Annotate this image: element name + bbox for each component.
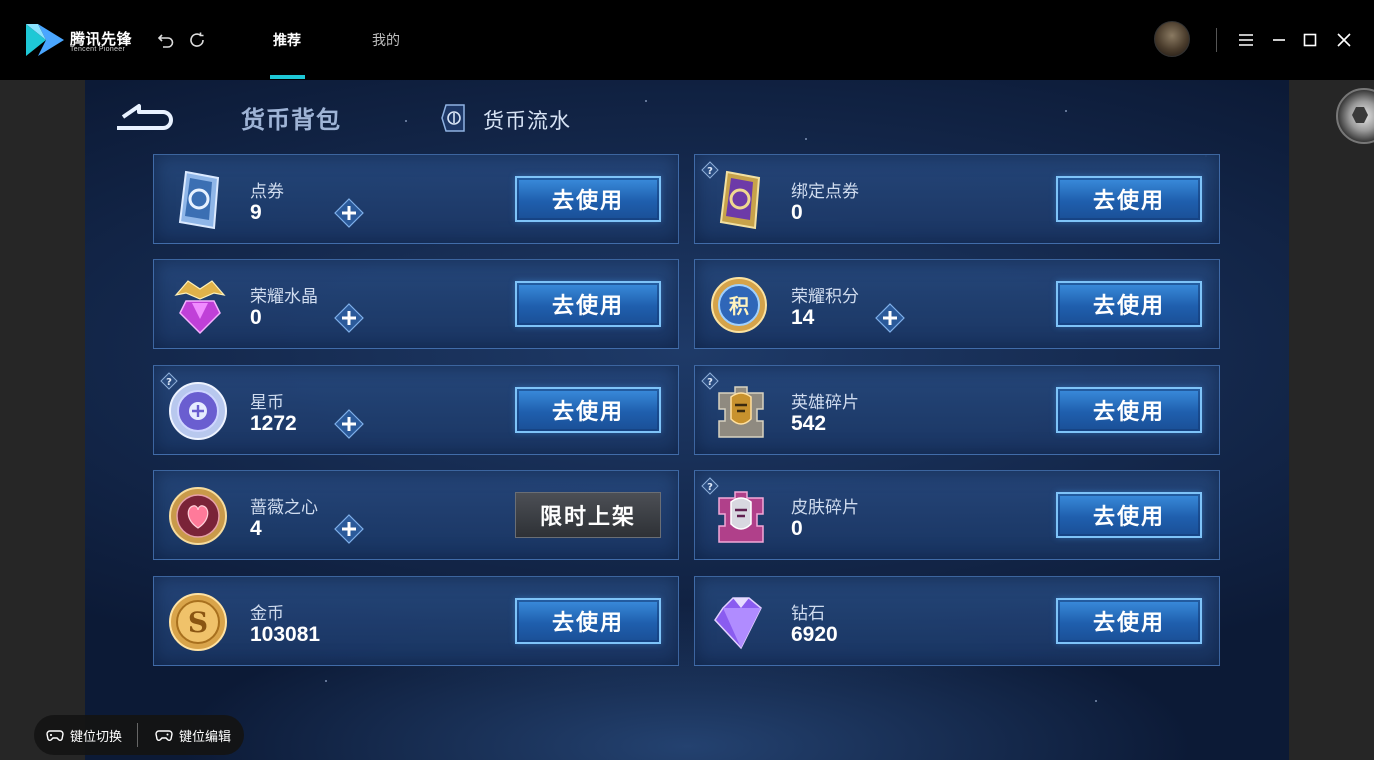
titlebar-divider bbox=[1216, 28, 1217, 52]
currency-value: 4 bbox=[250, 517, 262, 540]
glory-points-icon: 积 bbox=[711, 277, 767, 333]
currency-value: 14 bbox=[791, 306, 815, 329]
plus-icon[interactable] bbox=[875, 303, 905, 333]
active-tab-indicator bbox=[270, 75, 305, 79]
currency-name: 荣耀水晶 bbox=[250, 287, 318, 306]
currency-card-star-coin: ? 星币 1272 去使用 bbox=[153, 365, 679, 455]
currency-name: 皮肤碎片 bbox=[791, 498, 859, 517]
logo-subtitle: Tencent Pioneer bbox=[70, 46, 126, 53]
currency-value: 0 bbox=[791, 201, 803, 224]
ledger-icon[interactable] bbox=[437, 102, 469, 134]
keymap-switch-button[interactable]: 键位切换 bbox=[46, 726, 122, 744]
currency-card-skin-shard: ? 皮肤碎片 0 去使用 bbox=[694, 470, 1220, 560]
plus-icon[interactable] bbox=[334, 198, 364, 228]
currency-name: 荣耀积分 bbox=[791, 287, 859, 306]
menu-icon[interactable] bbox=[1235, 29, 1257, 51]
hero-shard-icon bbox=[718, 386, 764, 438]
page-title: 货币背包 bbox=[241, 107, 341, 134]
tab-recommend[interactable]: 推荐 bbox=[273, 30, 301, 50]
keymap-edit-button[interactable]: 键位编辑 bbox=[155, 726, 231, 744]
currency-name: 绑定点券 bbox=[791, 182, 859, 201]
currency-name: 星币 bbox=[250, 393, 284, 412]
title-bar: 腾讯先锋 Tencent Pioneer 推荐 我的 bbox=[0, 0, 1374, 80]
right-gutter bbox=[1289, 80, 1374, 760]
svg-text:积: 积 bbox=[729, 294, 749, 318]
gamepad-edit-icon bbox=[155, 730, 173, 741]
currency-card-voucher: 点券 9 去使用 bbox=[153, 154, 679, 244]
currency-card-glory-crystal: 荣耀水晶 0 去使用 bbox=[153, 259, 679, 349]
currency-card-glory-points: 积 荣耀积分 14 去使用 bbox=[694, 259, 1220, 349]
use-button[interactable]: 去使用 bbox=[515, 281, 661, 327]
left-gutter bbox=[0, 80, 85, 760]
limited-time-badge: 限时上架 bbox=[515, 492, 661, 538]
plus-icon[interactable] bbox=[334, 514, 364, 544]
keymap-edit-label: 键位编辑 bbox=[179, 728, 232, 744]
currency-card-diamond: 钻石 6920 去使用 bbox=[694, 576, 1220, 666]
use-button[interactable]: 去使用 bbox=[515, 598, 661, 644]
currency-value: 9 bbox=[250, 201, 262, 224]
game-screen: 货币背包 货币流水 点券 9 去使用 ? 绑定点券 0 去使用 荣耀水晶 0 去… bbox=[85, 80, 1289, 760]
currency-card-bound-voucher: ? 绑定点券 0 去使用 bbox=[694, 154, 1220, 244]
keymap-switch-label: 键位切换 bbox=[70, 728, 123, 744]
use-button[interactable]: 去使用 bbox=[1056, 598, 1202, 644]
currency-name: 钻石 bbox=[791, 604, 825, 623]
currency-value: 6920 bbox=[791, 623, 838, 646]
currency-value: 1272 bbox=[250, 412, 297, 435]
keymap-toolbar: 键位切换 键位编辑 bbox=[34, 715, 244, 755]
keymap-separator bbox=[137, 723, 138, 747]
currency-card-hero-shard: ? 英雄碎片 542 去使用 bbox=[694, 365, 1220, 455]
currency-name: 英雄碎片 bbox=[791, 393, 859, 412]
rose-heart-icon bbox=[169, 487, 227, 545]
use-button[interactable]: 去使用 bbox=[515, 176, 661, 222]
currency-name: 点券 bbox=[250, 182, 284, 201]
glory-crystal-icon bbox=[174, 280, 226, 335]
tab-mine[interactable]: 我的 bbox=[372, 30, 400, 50]
gamepad-switch-icon bbox=[46, 730, 64, 741]
gold-coin-icon: S bbox=[169, 593, 227, 651]
currency-value: 542 bbox=[791, 412, 827, 435]
currency-value: 0 bbox=[250, 306, 262, 329]
currency-name: 蔷薇之心 bbox=[250, 498, 318, 517]
currency-card-gold-coin: S 金币 103081 去使用 bbox=[153, 576, 679, 666]
diamond-icon bbox=[714, 597, 762, 650]
currency-card-rose-heart: 蔷薇之心 4 限时上架 bbox=[153, 470, 679, 560]
currency-value: 0 bbox=[791, 517, 803, 540]
back-arrow-icon[interactable] bbox=[113, 102, 177, 132]
use-button[interactable]: 去使用 bbox=[515, 387, 661, 433]
use-button[interactable]: 去使用 bbox=[1056, 281, 1202, 327]
avatar[interactable] bbox=[1154, 21, 1190, 57]
minimize-icon[interactable] bbox=[1268, 29, 1290, 51]
currency-name: 金币 bbox=[250, 604, 284, 623]
back-icon[interactable] bbox=[155, 29, 177, 51]
skin-shard-icon bbox=[718, 491, 764, 543]
plus-icon[interactable] bbox=[334, 409, 364, 439]
plus-icon[interactable] bbox=[334, 303, 364, 333]
voucher-card-icon bbox=[178, 170, 220, 230]
use-button[interactable]: 去使用 bbox=[1056, 387, 1202, 433]
svg-text:S: S bbox=[188, 606, 208, 639]
tencent-pioneer-logo-icon bbox=[26, 24, 64, 56]
refresh-icon[interactable] bbox=[186, 29, 208, 51]
currency-value: 103081 bbox=[250, 623, 321, 646]
star-coin-icon bbox=[169, 382, 227, 440]
close-icon[interactable] bbox=[1333, 29, 1355, 51]
ledger-tab[interactable]: 货币流水 bbox=[483, 105, 571, 135]
use-button[interactable]: 去使用 bbox=[1056, 492, 1202, 538]
use-button[interactable]: 去使用 bbox=[1056, 176, 1202, 222]
maximize-icon[interactable] bbox=[1299, 29, 1321, 51]
bound-voucher-card-icon bbox=[719, 170, 761, 230]
